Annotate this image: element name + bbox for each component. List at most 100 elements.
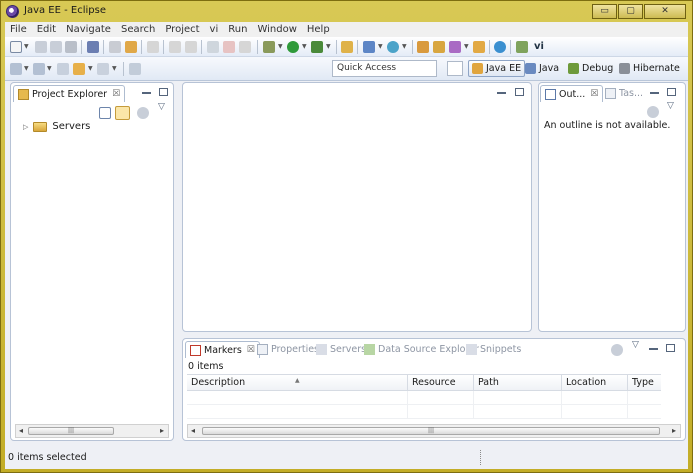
maximize-editor-icon[interactable] — [515, 88, 524, 96]
debug-dropdown-icon[interactable]: ▼ — [326, 43, 331, 50]
horizontal-scrollbar[interactable]: ◂ ||| ▸ — [187, 424, 681, 438]
search-dropdown-icon[interactable]: ▼ — [464, 43, 469, 50]
column-type[interactable]: Type — [628, 375, 661, 390]
menu-run[interactable]: Run — [228, 24, 247, 35]
toggle-mark-occurrences-icon[interactable] — [87, 41, 99, 53]
title-bar[interactable]: Java EE - Eclipse ▭ ▢ ✕ — [1, 1, 692, 22]
annotation-icon[interactable] — [516, 41, 528, 53]
minimize-view-icon[interactable] — [142, 92, 151, 94]
web-service-icon[interactable] — [387, 41, 399, 53]
close-button[interactable]: ✕ — [644, 4, 686, 19]
disconnect-icon[interactable] — [239, 41, 251, 53]
maximize-view-icon[interactable] — [667, 88, 676, 96]
expand-arrow-icon[interactable]: ▷ — [23, 123, 28, 131]
scroll-right-icon[interactable]: ▸ — [672, 426, 676, 435]
external-tools-dropdown-icon[interactable]: ▼ — [278, 43, 283, 50]
perspective-hibernate[interactable]: Hibernate — [616, 60, 683, 77]
collapse-all-icon[interactable] — [99, 107, 111, 119]
open-type-icon[interactable] — [417, 41, 429, 53]
step-over-icon[interactable] — [185, 41, 197, 53]
external-tools-icon[interactable] — [263, 41, 275, 53]
tab-task-list[interactable]: Tas... — [601, 85, 647, 102]
menu-help[interactable]: Help — [307, 24, 330, 35]
back-dropdown-icon[interactable]: ▼ — [88, 65, 93, 72]
maximize-button[interactable]: ▢ — [618, 4, 643, 19]
column-resource[interactable]: Resource — [408, 375, 474, 390]
horizontal-scrollbar[interactable]: ◂ ||| ▸ — [15, 424, 169, 438]
block-selection-icon[interactable] — [109, 41, 121, 53]
scroll-right-icon[interactable]: ▸ — [160, 426, 164, 435]
minimize-view-icon[interactable] — [649, 348, 658, 350]
view-settings-icon[interactable] — [137, 107, 149, 119]
back-icon[interactable] — [73, 63, 85, 75]
column-path[interactable]: Path — [474, 375, 562, 390]
menu-edit[interactable]: Edit — [37, 24, 56, 35]
menu-navigate[interactable]: Navigate — [66, 24, 111, 35]
perspective-java[interactable]: Java — [522, 60, 562, 77]
minimize-editor-icon[interactable] — [497, 92, 506, 94]
tree-item-servers[interactable]: ▷ Servers — [23, 121, 90, 132]
terminate-icon[interactable] — [223, 41, 235, 53]
save-all-icon[interactable] — [50, 41, 62, 53]
menu-project[interactable]: Project — [165, 24, 199, 35]
print-icon[interactable] — [65, 41, 77, 53]
menu-vi[interactable]: vi — [210, 24, 219, 35]
close-icon[interactable]: ☒ — [590, 89, 598, 99]
column-description[interactable]: Description ▲ — [187, 375, 408, 390]
tab-outline[interactable]: Out... ☒ — [540, 85, 604, 102]
column-location[interactable]: Location — [562, 375, 628, 390]
menu-search[interactable]: Search — [121, 24, 155, 35]
next-annotation-icon[interactable] — [10, 63, 22, 75]
new-icon[interactable] — [10, 41, 22, 53]
previous-annotation-dropdown-icon[interactable]: ▼ — [47, 65, 52, 72]
menu-file[interactable]: File — [10, 24, 27, 35]
close-icon[interactable]: ☒ — [112, 89, 120, 99]
view-menu-icon[interactable]: ▽ — [632, 340, 639, 350]
web-service-dropdown-icon[interactable]: ▼ — [402, 43, 407, 50]
debug-icon[interactable] — [311, 41, 323, 53]
minimize-view-icon[interactable] — [650, 92, 659, 94]
scroll-left-icon[interactable]: ◂ — [191, 426, 195, 435]
forward-dropdown-icon[interactable]: ▼ — [112, 65, 117, 72]
resume-icon[interactable] — [207, 41, 219, 53]
vi-mode-icon[interactable]: vi — [534, 41, 546, 53]
menu-window[interactable]: Window — [257, 24, 296, 35]
maximize-view-icon[interactable] — [666, 344, 675, 352]
server-dropdown-icon[interactable]: ▼ — [378, 43, 383, 50]
open-folder-icon[interactable] — [473, 41, 485, 53]
link-with-editor-icon[interactable] — [115, 106, 130, 120]
scroll-left-icon[interactable]: ◂ — [19, 426, 23, 435]
tab-markers[interactable]: Markers ☒ — [185, 341, 260, 358]
perspective-debug[interactable]: Debug — [565, 60, 616, 77]
minimize-button[interactable]: ▭ — [592, 4, 617, 19]
search-icon[interactable] — [449, 41, 461, 53]
quick-access-input[interactable]: Quick Access — [332, 60, 437, 77]
show-whitespace-icon[interactable] — [125, 41, 137, 53]
new-java-package-icon[interactable] — [341, 41, 353, 53]
next-annotation-dropdown-icon[interactable]: ▼ — [24, 65, 29, 72]
browser-icon[interactable] — [494, 41, 506, 53]
save-icon[interactable] — [35, 41, 47, 53]
maximize-view-icon[interactable] — [159, 88, 168, 96]
pin-editor-icon[interactable] — [129, 63, 141, 75]
last-edit-icon[interactable] — [57, 63, 69, 75]
new-dropdown-icon[interactable]: ▼ — [24, 43, 29, 50]
perspective-java-ee[interactable]: Java EE — [468, 60, 526, 77]
view-settings-icon[interactable] — [611, 344, 623, 356]
open-perspective-icon[interactable] — [447, 61, 463, 76]
view-menu-icon[interactable]: ▽ — [158, 102, 165, 112]
new-server-icon[interactable] — [363, 41, 375, 53]
view-settings-icon[interactable] — [647, 106, 659, 118]
previous-annotation-icon[interactable] — [33, 63, 45, 75]
step-into-icon[interactable] — [169, 41, 181, 53]
scroll-thumb[interactable]: ||| — [28, 427, 114, 435]
tab-snippets[interactable]: Snippets — [462, 341, 525, 358]
scroll-thumb[interactable]: ||| — [202, 427, 660, 435]
view-menu-icon[interactable]: ▽ — [667, 101, 674, 111]
run-icon[interactable] — [287, 41, 299, 53]
skip-breakpoints-icon[interactable] — [147, 41, 159, 53]
tab-project-explorer[interactable]: Project Explorer ☒ — [13, 85, 126, 102]
forward-icon[interactable] — [97, 63, 109, 75]
run-dropdown-icon[interactable]: ▼ — [302, 43, 307, 50]
open-task-icon[interactable] — [433, 41, 445, 53]
